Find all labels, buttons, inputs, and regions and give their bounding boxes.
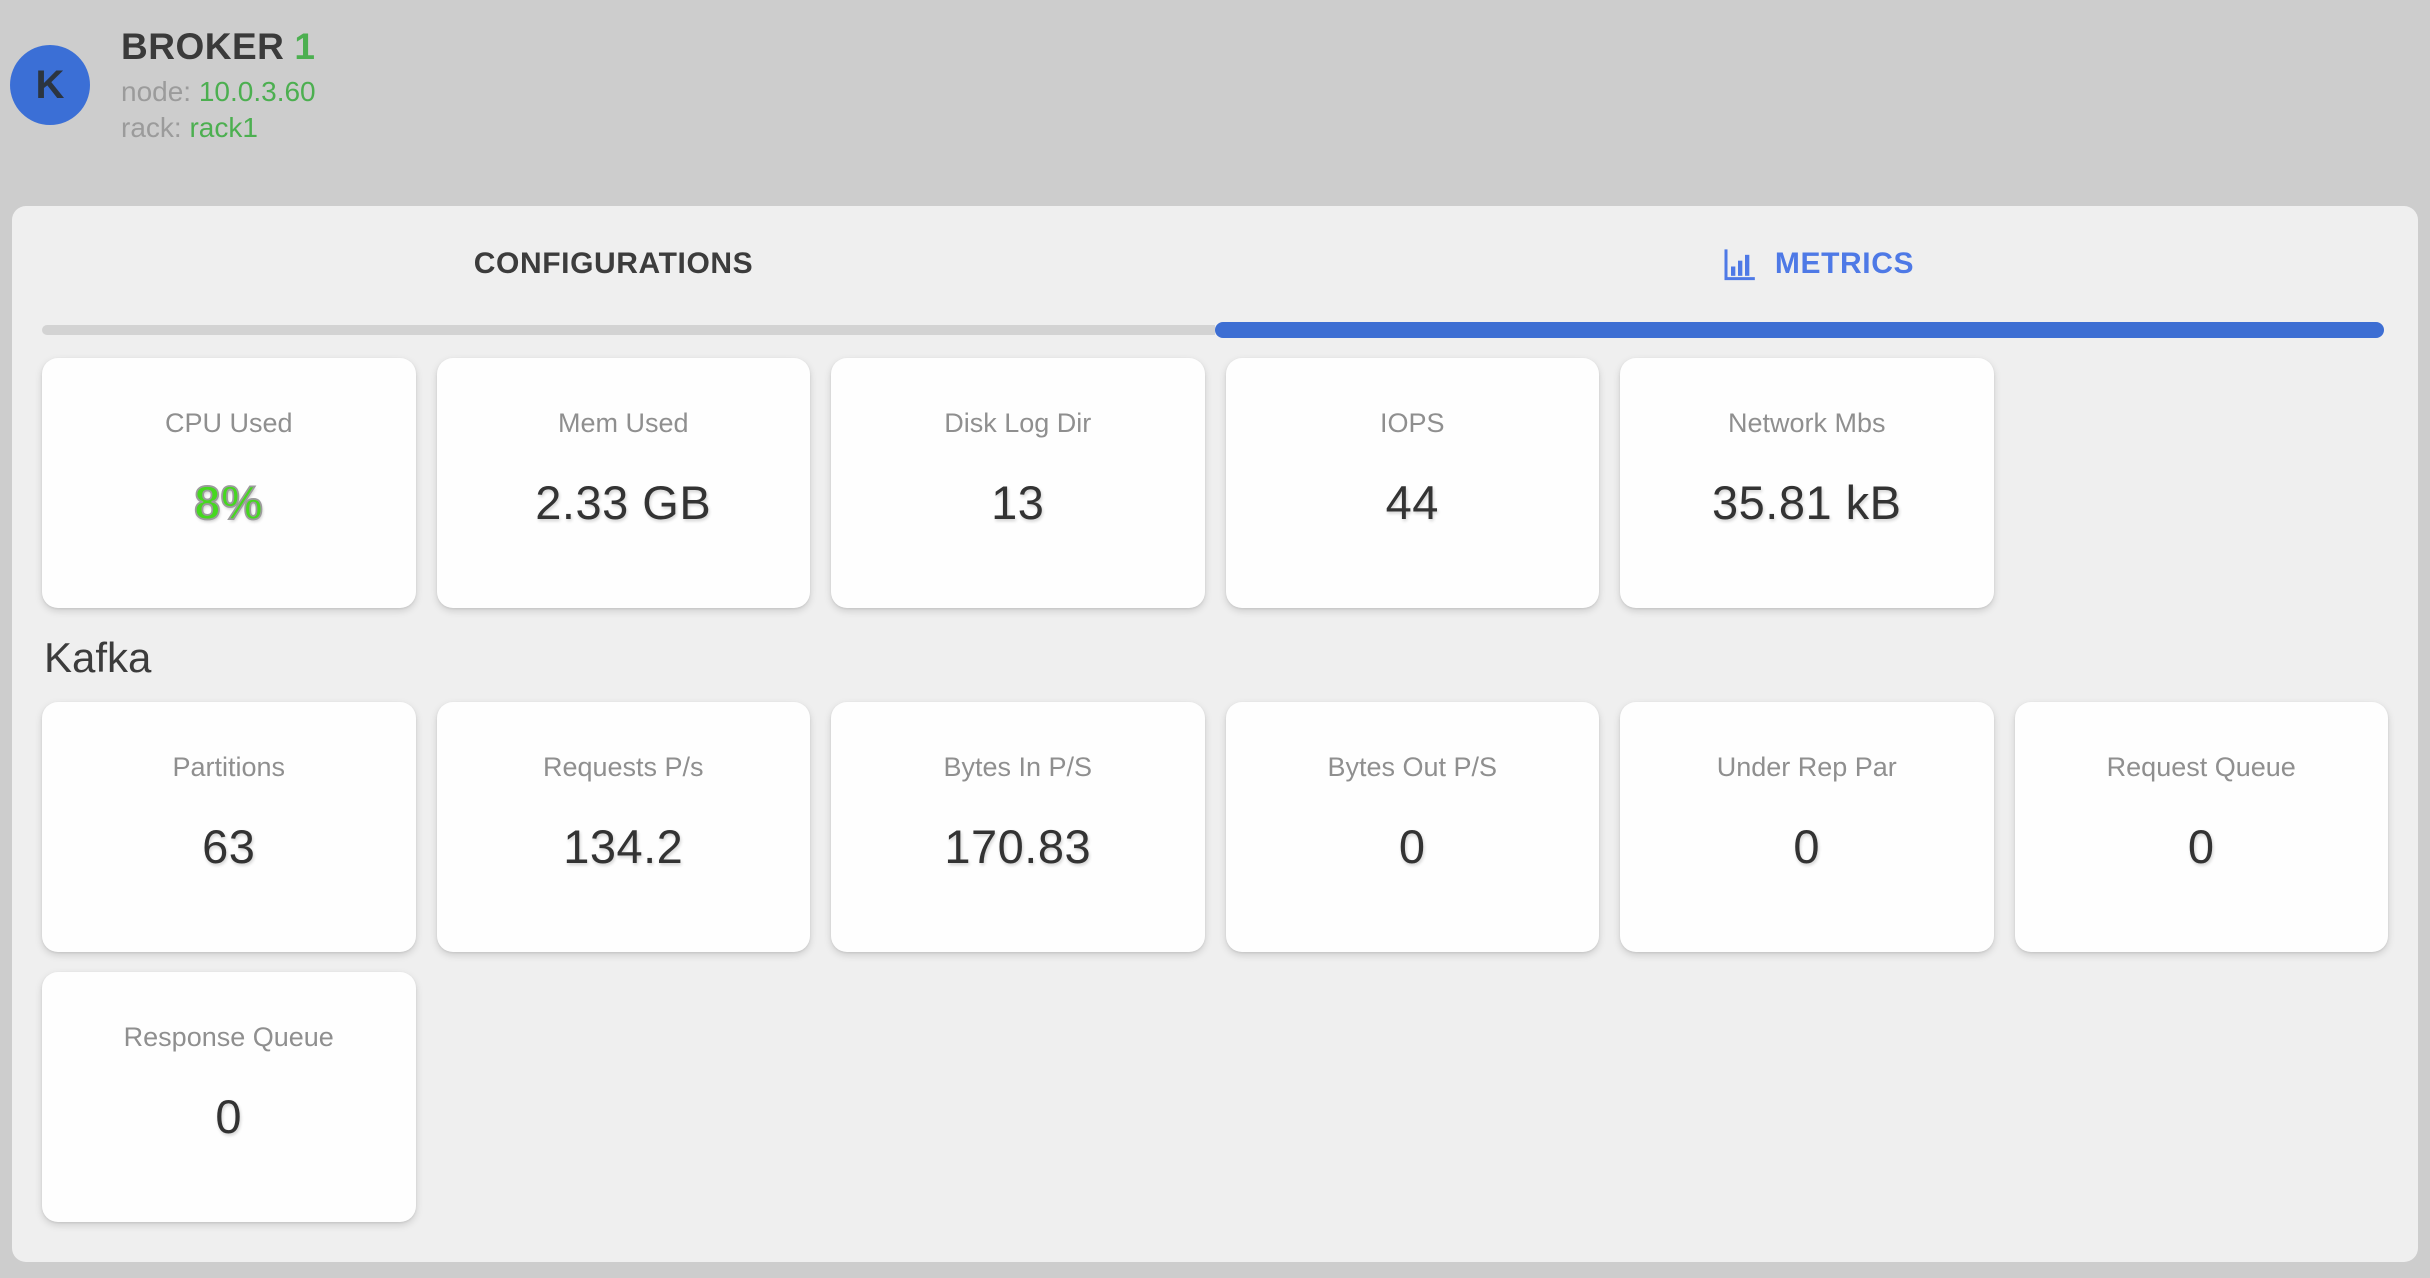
tab-indicator-track	[12, 322, 2418, 338]
metric-card-under-rep-par: Under Rep Par 0	[1620, 702, 1994, 952]
metric-label: Requests P/s	[437, 752, 811, 783]
metric-value: 0	[1620, 819, 1994, 874]
metric-value: 13	[831, 475, 1205, 530]
tab-indicator-active	[1215, 322, 2384, 338]
metric-card-bytes-out: Bytes Out P/S 0	[1226, 702, 1600, 952]
metric-card-request-queue: Request Queue 0	[2015, 702, 2389, 952]
metric-value: 170.83	[831, 819, 1205, 874]
metric-label: CPU Used	[42, 408, 416, 439]
metric-label: IOPS	[1226, 408, 1600, 439]
broker-id: 1	[294, 26, 315, 67]
metric-card-partitions: Partitions 63	[42, 702, 416, 952]
tab-metrics[interactable]: METRICS	[1215, 244, 2418, 284]
metric-value: 0	[1226, 819, 1600, 874]
metric-label: Request Queue	[2015, 752, 2389, 783]
metric-card-response-queue: Response Queue 0	[42, 972, 416, 1222]
broker-header: K BROKER1 node: 10.0.3.60 rack: rack1	[0, 0, 2430, 206]
kafka-section-title: Kafka	[44, 634, 2388, 682]
rack-label: rack:	[121, 112, 182, 143]
metric-card-network-mbs: Network Mbs 35.81 kB	[1620, 358, 1994, 608]
broker-detail-panel: CONFIGURATIONS METRICS CPU Used 8%	[12, 206, 2418, 1262]
metrics-content: CPU Used 8% Mem Used 2.33 GB Disk Log Di…	[12, 338, 2418, 1222]
metric-label: Mem Used	[437, 408, 811, 439]
metric-value: 35.81 kB	[1620, 475, 1994, 530]
metric-value: 8%	[42, 475, 416, 530]
metric-value: 2.33 GB	[437, 475, 811, 530]
metric-value: 134.2	[437, 819, 811, 874]
broker-metrics-row: CPU Used 8% Mem Used 2.33 GB Disk Log Di…	[42, 358, 2388, 608]
metric-label: Bytes Out P/S	[1226, 752, 1600, 783]
metric-label: Partitions	[42, 752, 416, 783]
rack-value: rack1	[189, 112, 257, 143]
tab-indicator-inactive	[42, 325, 1215, 335]
node-value: 10.0.3.60	[199, 76, 316, 107]
metric-value: 0	[2015, 819, 2389, 874]
tab-bar: CONFIGURATIONS METRICS	[12, 206, 2418, 322]
metric-card-bytes-in: Bytes In P/S 170.83	[831, 702, 1205, 952]
node-label: node:	[121, 76, 191, 107]
tab-metrics-label: METRICS	[1775, 247, 1914, 281]
metric-card-disk-log-dir: Disk Log Dir 13	[831, 358, 1205, 608]
metric-label: Network Mbs	[1620, 408, 1994, 439]
metric-card-cpu-used: CPU Used 8%	[42, 358, 416, 608]
broker-title-label: BROKER	[121, 26, 284, 67]
metric-card-iops: IOPS 44	[1226, 358, 1600, 608]
broker-header-text: BROKER1 node: 10.0.3.60 rack: rack1	[121, 26, 316, 145]
page-title: BROKER1	[121, 26, 316, 68]
avatar: K	[10, 45, 90, 125]
metric-value: 0	[42, 1089, 416, 1144]
kafka-metrics-grid: Partitions 63 Requests P/s 134.2 Bytes I…	[42, 702, 2388, 1222]
metric-label: Response Queue	[42, 1022, 416, 1053]
node-line: node: 10.0.3.60	[121, 75, 316, 109]
metric-value: 63	[42, 819, 416, 874]
metric-label: Bytes In P/S	[831, 752, 1205, 783]
metric-card-requests-ps: Requests P/s 134.2	[437, 702, 811, 952]
metric-value: 44	[1226, 475, 1600, 530]
tab-configurations-label: CONFIGURATIONS	[474, 247, 754, 281]
bar-chart-icon	[1719, 244, 1759, 284]
tab-configurations[interactable]: CONFIGURATIONS	[12, 247, 1215, 281]
rack-line: rack: rack1	[121, 111, 316, 145]
metric-card-mem-used: Mem Used 2.33 GB	[437, 358, 811, 608]
metric-label: Under Rep Par	[1620, 752, 1994, 783]
metric-label: Disk Log Dir	[831, 408, 1205, 439]
